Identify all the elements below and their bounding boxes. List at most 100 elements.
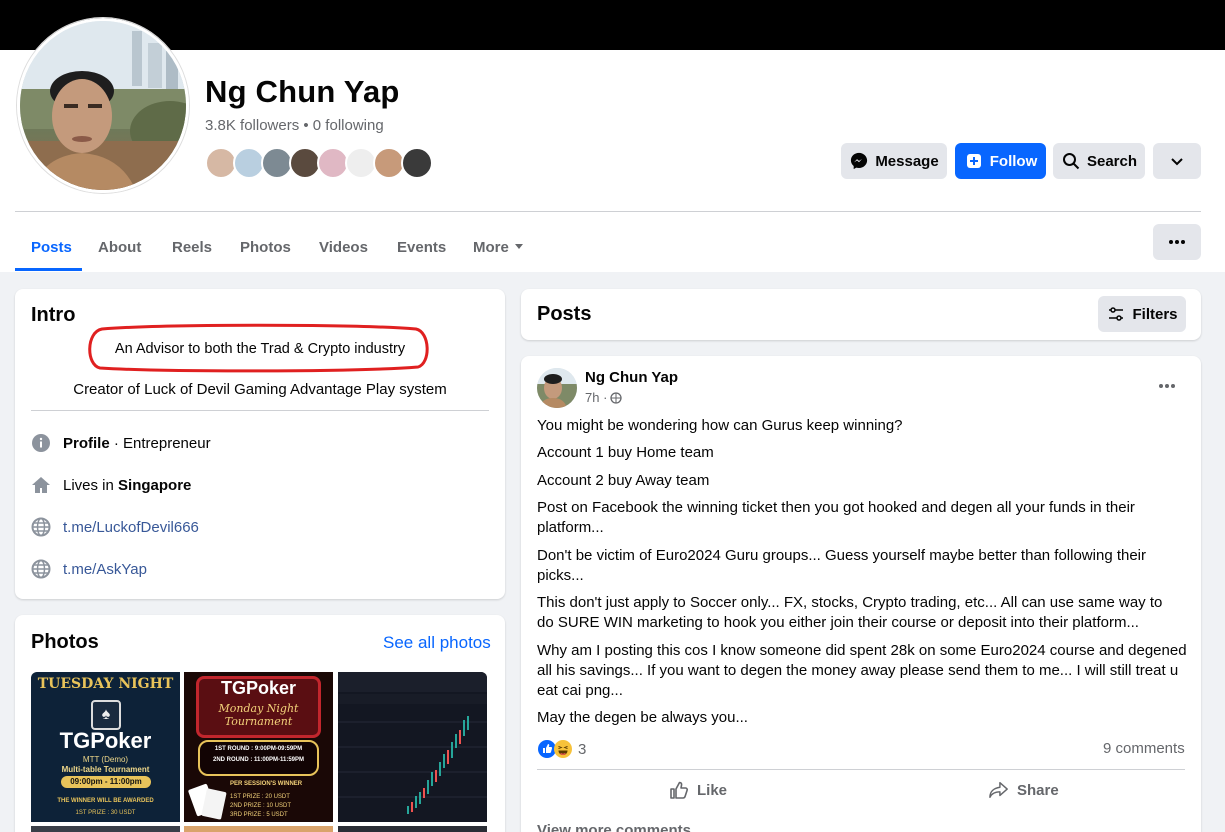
top-bar xyxy=(0,0,1225,50)
ellipsis-icon xyxy=(1157,376,1177,396)
post-text-line: This don't just apply to Soccer only... … xyxy=(537,594,1163,631)
active-tab-indicator xyxy=(15,268,82,271)
intro-divider xyxy=(31,410,489,411)
like-label: Like xyxy=(697,781,728,799)
thumb1-time: 09:00pm - 11:00pm xyxy=(61,776,151,788)
intro-location-row: Lives in Singapore xyxy=(31,474,191,496)
messenger-icon xyxy=(849,151,869,171)
reactions-summary[interactable]: 3 xyxy=(538,739,586,759)
post-time[interactable]: 7h · xyxy=(585,390,607,405)
globe-icon xyxy=(31,559,51,579)
post-text-line: Post on Facebook the winning ticket then… xyxy=(537,499,1135,536)
follow-label: Follow xyxy=(989,152,1038,170)
intro-profile-row: Profile · Entrepreneur xyxy=(31,432,211,454)
photo-thumbnail-5[interactable] xyxy=(184,826,333,832)
post-author-name[interactable]: Ng Chun Yap xyxy=(585,369,678,386)
profile-avatar[interactable] xyxy=(17,18,189,193)
intro-title: Intro xyxy=(31,304,76,326)
post-text-line: You might be wondering how can Gurus kee… xyxy=(537,417,903,434)
photo-thumbnail-2[interactable]: TGPoker Monday Night Tournament 1ST ROUN… xyxy=(184,672,333,822)
post-actions-divider xyxy=(537,769,1185,770)
post-text-line: Why am I posting this cos I know someone… xyxy=(537,642,1187,699)
tab-more-label: More xyxy=(473,238,509,256)
post-text-line: Account 2 buy Away team xyxy=(537,472,710,489)
intro-link-row-2: t.me/AskYap xyxy=(31,558,147,580)
filters-button[interactable]: Filters xyxy=(1098,296,1186,332)
follow-icon xyxy=(964,151,984,171)
thumb2-title-1: Monday Night xyxy=(218,702,299,715)
home-icon xyxy=(31,475,51,495)
follower-avatar[interactable] xyxy=(401,147,433,179)
thumb2-prize-3: 3RD PRIZE : 5 USDT xyxy=(230,812,288,818)
profile-type-label: Profile xyxy=(63,434,110,452)
search-label: Search xyxy=(1086,152,1138,170)
info-icon xyxy=(31,433,51,453)
share-icon xyxy=(989,780,1009,800)
header-divider xyxy=(15,211,1201,212)
photos-title: Photos xyxy=(31,631,99,653)
photo-thumbnail-1[interactable]: TUESDAY NIGHT ♠ TGPoker MTT (Demo) Multi… xyxy=(31,672,180,822)
search-button[interactable]: Search xyxy=(1053,143,1145,179)
thumb1-subtitle: Multi-table Tournament xyxy=(61,765,150,774)
spade-logo-icon: ♠ xyxy=(91,700,121,730)
comments-count[interactable]: 9 comments xyxy=(1103,740,1185,757)
filters-label: Filters xyxy=(1132,305,1178,323)
tab-videos[interactable]: Videos xyxy=(319,222,368,272)
thumb1-footer: THE WINNER WILL BE AWARDED xyxy=(57,798,154,804)
playing-card-icon xyxy=(201,788,227,820)
tab-about[interactable]: About xyxy=(98,222,141,272)
thumb2-round-1: 1ST ROUND : 9:00PM-09:59PM xyxy=(214,746,303,752)
followers-count[interactable]: 3.8K followers • 0 following xyxy=(205,117,384,134)
post-options-button[interactable] xyxy=(1150,376,1184,396)
post-text-line: Account 1 buy Home team xyxy=(537,444,714,461)
share-button[interactable]: Share xyxy=(989,779,1059,801)
tab-more[interactable]: More xyxy=(473,222,525,272)
like-button[interactable]: Like xyxy=(669,779,727,801)
view-more-comments-link[interactable]: View more comments xyxy=(537,822,691,832)
thumb1-heading: TUESDAY NIGHT xyxy=(37,676,174,692)
message-button[interactable]: Message xyxy=(841,143,947,179)
profile-category: · Entrepreneur xyxy=(109,434,211,452)
reaction-count: 3 xyxy=(578,740,587,758)
photo-thumbnail-3[interactable] xyxy=(338,672,487,822)
caret-down-icon xyxy=(513,237,525,257)
tab-events[interactable]: Events xyxy=(397,222,446,272)
photo-thumbnail-4[interactable] xyxy=(31,826,180,832)
globe-icon xyxy=(31,517,51,537)
see-all-photos-link[interactable]: See all photos xyxy=(383,633,491,653)
post-text-line: May the degen be always you... xyxy=(537,709,748,726)
intro-link-row-1: t.me/LuckofDevil666 xyxy=(31,516,199,538)
thumb1-footer-2: 1ST PRIZE : 30 USDT xyxy=(75,810,136,816)
thumb2-prize-2: 2ND PRIZE : 10 USDT xyxy=(230,803,292,809)
follow-button[interactable]: Follow xyxy=(955,143,1046,179)
message-label: Message xyxy=(875,152,939,170)
profile-name: Ng Chun Yap xyxy=(205,74,400,109)
intro-bio-line-1: An Advisor to both the Trad & Crypto ind… xyxy=(114,341,406,357)
search-icon xyxy=(1061,151,1081,171)
filter-sliders-icon xyxy=(1106,304,1126,324)
more-actions-button[interactable] xyxy=(1153,143,1201,179)
chevron-down-icon xyxy=(1167,151,1187,171)
thumb1-brand: TGPoker xyxy=(59,728,152,753)
posts-title: Posts xyxy=(537,303,592,325)
post-text-line: Don't be victim of Euro2024 Guru groups.… xyxy=(537,547,1147,584)
lives-city[interactable]: Singapore xyxy=(118,477,191,494)
thumb1-mtt: MTT (Demo) xyxy=(82,755,129,764)
thumbs-up-icon xyxy=(669,780,689,800)
tab-posts[interactable]: Posts xyxy=(31,222,72,272)
share-label: Share xyxy=(1017,781,1059,799)
post-author-avatar[interactable] xyxy=(537,368,577,408)
thumb2-brand: TGPoker xyxy=(220,678,297,698)
ellipsis-icon xyxy=(1167,232,1187,252)
post-meta: 7h · xyxy=(585,390,623,405)
tabs-more-button[interactable] xyxy=(1153,224,1201,260)
thumb2-round-2: 2ND ROUND : 11:00PM-11:59PM xyxy=(212,757,305,763)
tab-photos[interactable]: Photos xyxy=(240,222,291,272)
thumb2-winner: PER SESSION'S WINNER xyxy=(230,781,303,787)
haha-reaction-icon xyxy=(554,740,572,758)
telegram-link-1[interactable]: t.me/LuckofDevil666 xyxy=(63,519,199,536)
photo-thumbnail-6[interactable] xyxy=(338,826,487,832)
globe-icon xyxy=(610,391,623,404)
tab-reels[interactable]: Reels xyxy=(172,222,212,272)
telegram-link-2[interactable]: t.me/AskYap xyxy=(63,561,147,578)
